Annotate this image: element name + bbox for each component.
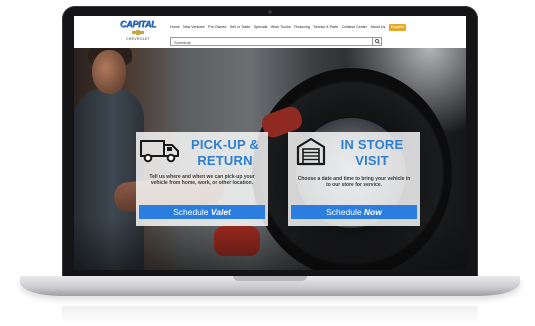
schedule-valet-button[interactable]: Schedule Valet xyxy=(139,205,265,219)
laptop-reflection xyxy=(62,306,478,324)
laptop-base xyxy=(20,276,520,296)
logo-wordmark: CAPITAL xyxy=(119,19,157,29)
nav-service-parts[interactable]: Service & Parts xyxy=(313,25,338,29)
nav-collision-center[interactable]: Collision Center xyxy=(342,25,367,29)
hero-banner: PICK-UP & RETURN Tell us where and when … xyxy=(74,48,466,270)
schedule-valet-button-prefix: Schedule xyxy=(173,207,211,217)
nav-home[interactable]: Home xyxy=(170,25,180,29)
valet-title-line2: RETURN xyxy=(197,153,253,168)
nav-sell-or-trade[interactable]: Sell or Trade xyxy=(230,25,250,29)
nav-espanol-button[interactable]: Espanol xyxy=(388,23,406,31)
search-icon xyxy=(374,39,380,44)
schedule-now-button-prefix: Schedule xyxy=(326,207,364,217)
visit-description: Choose a date and time to bring your veh… xyxy=(297,176,411,189)
site-header: CAPITAL CHEVROLET Home New Vehicles Pre-… xyxy=(74,16,466,48)
visit-title-line2: VISIT xyxy=(355,153,389,168)
nav-about-us[interactable]: About Us xyxy=(370,25,385,29)
chevrolet-bowtie-icon xyxy=(132,30,144,35)
nav-pre-owned[interactable]: Pre-Owned xyxy=(208,25,226,29)
search-button[interactable] xyxy=(372,37,382,46)
dealer-logo[interactable]: CAPITAL CHEVROLET xyxy=(116,19,160,45)
valet-description: Tell us where and when we can pick-up yo… xyxy=(149,174,255,187)
visit-card: IN STORE VISIT Choose a date and time to… xyxy=(288,132,420,226)
logo-subtitle: CHEVROLET xyxy=(125,37,151,41)
garage-icon xyxy=(296,137,326,166)
laptop-base-notch xyxy=(233,276,307,281)
schedule-now-button[interactable]: Schedule Now xyxy=(291,205,417,219)
nav-new-vehicles[interactable]: New Vehicles xyxy=(183,25,205,29)
valet-card-header: PICK-UP & RETURN xyxy=(136,134,268,170)
nav-work-trucks[interactable]: Work Trucks xyxy=(271,25,291,29)
search-input-text: Schedule xyxy=(174,39,191,45)
schedule-valet-button-emphasis: Valet xyxy=(210,207,231,217)
camera-dot xyxy=(268,10,272,14)
truck-icon xyxy=(140,140,179,163)
search-input[interactable]: Schedule xyxy=(170,37,382,46)
hero-mechanic-head xyxy=(92,50,126,94)
laptop-lid: CAPITAL CHEVROLET Home New Vehicles Pre-… xyxy=(62,6,478,278)
visit-card-header: IN STORE VISIT xyxy=(288,134,420,170)
valet-title-line1: PICK-UP & xyxy=(190,137,259,152)
nav-specials[interactable]: Specials xyxy=(254,25,268,29)
main-nav: Home New Vehicles Pre-Owned Sell or Trad… xyxy=(170,23,406,31)
valet-card: PICK-UP & RETURN Tell us where and when … xyxy=(136,132,268,226)
schedule-now-button-emphasis: Now xyxy=(363,207,382,217)
visit-title-line1: IN STORE xyxy=(340,137,404,152)
nav-financing[interactable]: Financing xyxy=(294,25,310,29)
laptop-screen: CAPITAL CHEVROLET Home New Vehicles Pre-… xyxy=(74,16,466,270)
